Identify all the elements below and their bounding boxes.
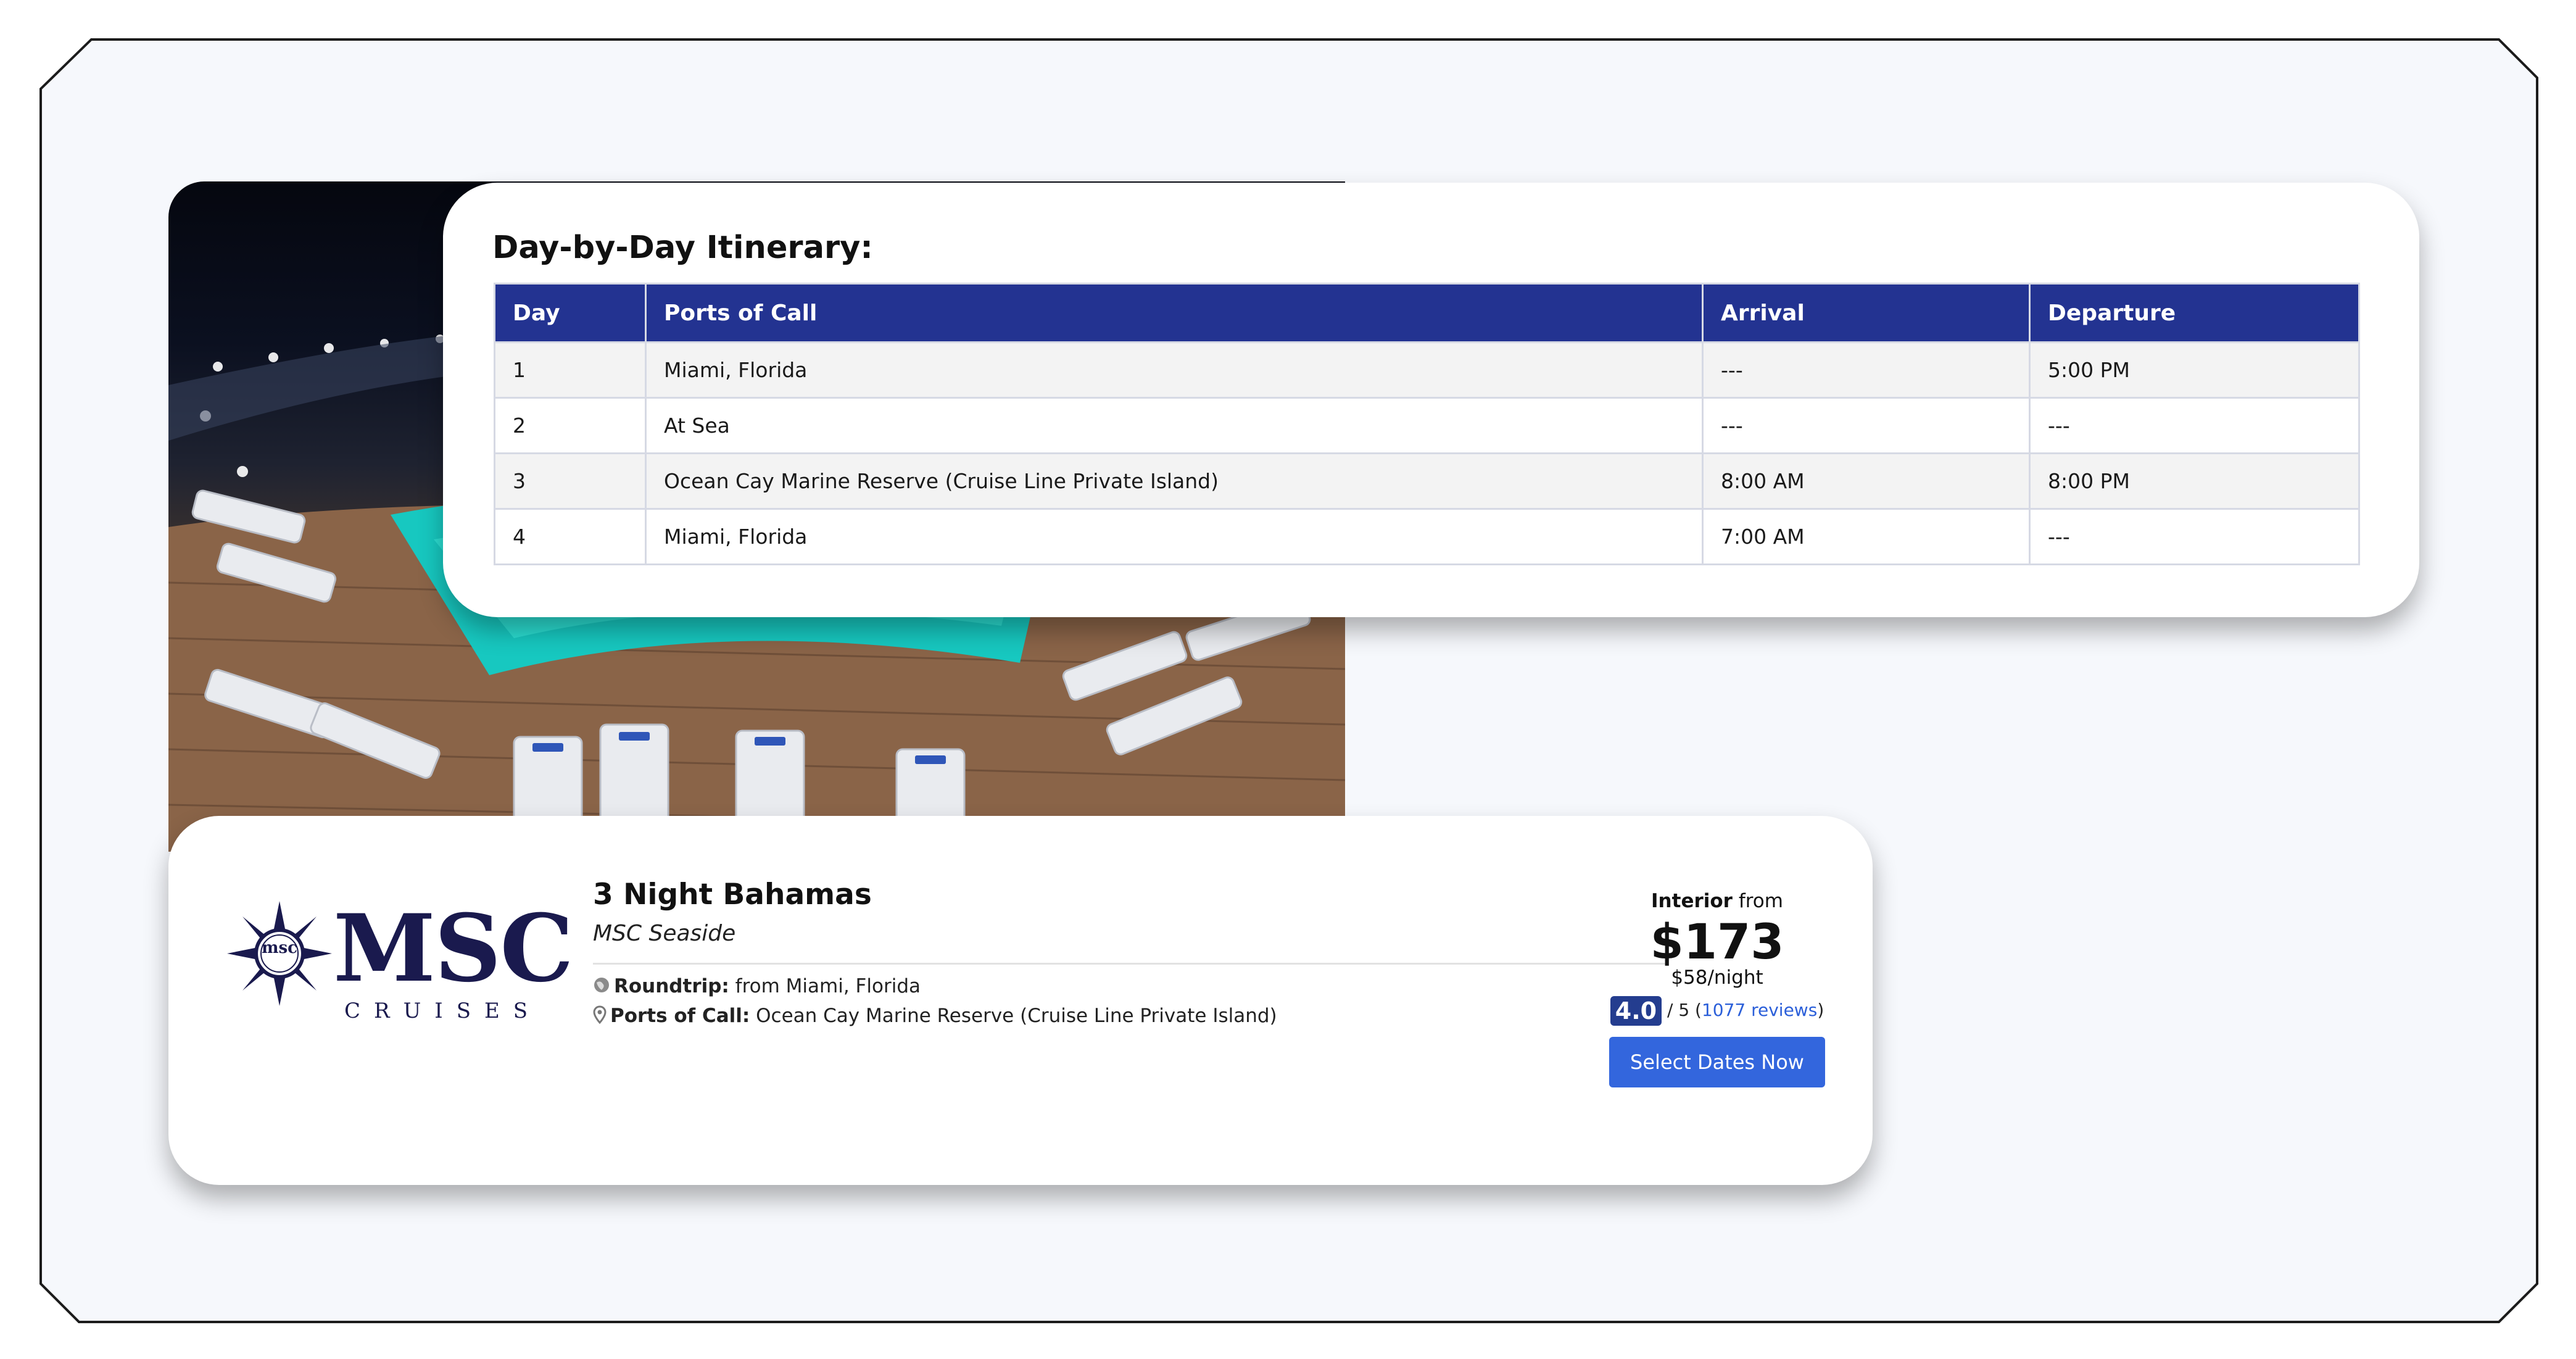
table-row: 3 Ocean Cay Marine Reserve (Cruise Line … <box>494 452 2360 510</box>
divider <box>593 963 1667 965</box>
roundtrip-label: Roundtrip: <box>614 975 729 997</box>
cell-port: Ocean Cay Marine Reserve (Cruise Line Pr… <box>645 452 1704 510</box>
cruise-listing-card: msc MSC CRUISES 3 Night Bahamas MSC Seas… <box>168 816 1873 1185</box>
itinerary-title: Day-by-Day Itinerary: <box>492 230 873 266</box>
cell-day: 3 <box>494 452 647 510</box>
price-per-night: $58/night <box>1671 966 1763 989</box>
itinerary-card: Day-by-Day Itinerary: Day Ports of Call … <box>443 183 2419 617</box>
map-pin-icon <box>593 1005 607 1029</box>
itinerary-table: Day Ports of Call Arrival Departure 1 Mi… <box>494 283 2360 565</box>
column-header-arrival: Arrival <box>1702 283 2031 343</box>
cell-day: 1 <box>494 341 647 399</box>
cell-port: At Sea <box>645 397 1704 454</box>
price: $173 <box>1650 915 1784 970</box>
from-label: from <box>1732 890 1783 912</box>
cell-arrival: --- <box>1702 397 2031 454</box>
reviews-link[interactable]: 1077 reviews <box>1702 1000 1817 1020</box>
table-row: 1 Miami, Florida --- 5:00 PM <box>494 341 2360 399</box>
cell-day: 2 <box>494 397 647 454</box>
cell-departure: --- <box>2029 508 2360 565</box>
cabin-type: Interior from <box>1532 890 1902 912</box>
select-dates-button[interactable]: Select Dates Now <box>1609 1037 1825 1087</box>
ports-row: Ports of Call: Ocean Cay Marine Reserve … <box>593 1005 1277 1029</box>
compass-rose-icon: msc <box>227 901 332 1006</box>
column-header-day: Day <box>494 283 647 343</box>
cell-port: Miami, Florida <box>645 341 1704 399</box>
logo-wordmark: MSC <box>333 894 574 1003</box>
cell-arrival: 7:00 AM <box>1702 508 2031 565</box>
rating-close: ) <box>1817 1000 1824 1020</box>
cell-arrival: --- <box>1702 341 2031 399</box>
trip-title[interactable]: 3 Night Bahamas <box>593 878 872 912</box>
rating-badge: 4.0 <box>1610 996 1662 1026</box>
rating-scale: / 5 ( <box>1662 1000 1702 1020</box>
column-header-departure: Departure <box>2029 283 2360 343</box>
column-header-ports: Ports of Call <box>645 283 1704 343</box>
table-row: 2 At Sea --- --- <box>494 397 2360 454</box>
globe-icon <box>593 976 610 999</box>
cell-day: 4 <box>494 508 647 565</box>
cell-departure: --- <box>2029 397 2360 454</box>
ship-name: MSC Seaside <box>593 921 736 946</box>
cell-departure: 5:00 PM <box>2029 341 2360 399</box>
cell-port: Miami, Florida <box>645 508 1704 565</box>
cell-arrival: 8:00 AM <box>1702 452 2031 510</box>
roundtrip-row: Roundtrip: from Miami, Florida <box>593 975 921 999</box>
logo-emblem-text: msc <box>262 939 297 957</box>
table-row: 4 Miami, Florida 7:00 AM --- <box>494 508 2360 565</box>
roundtrip-value: from Miami, Florida <box>729 975 921 997</box>
logo-subtitle: CRUISES <box>344 999 542 1023</box>
ports-value: Ocean Cay Marine Reserve (Cruise Line Pr… <box>750 1005 1277 1027</box>
table-header-row: Day Ports of Call Arrival Departure <box>494 283 2360 343</box>
rating-row: 4.0 / 5 (1077 reviews) <box>1532 996 1902 1026</box>
msc-cruises-logo: msc MSC CRUISES <box>227 890 574 1032</box>
cabin-type-label: Interior <box>1651 890 1733 912</box>
cell-departure: 8:00 PM <box>2029 452 2360 510</box>
price-panel: Interior from $173 $58/night 4.0 / 5 (10… <box>1532 890 1902 1087</box>
ports-label: Ports of Call: <box>610 1005 750 1027</box>
